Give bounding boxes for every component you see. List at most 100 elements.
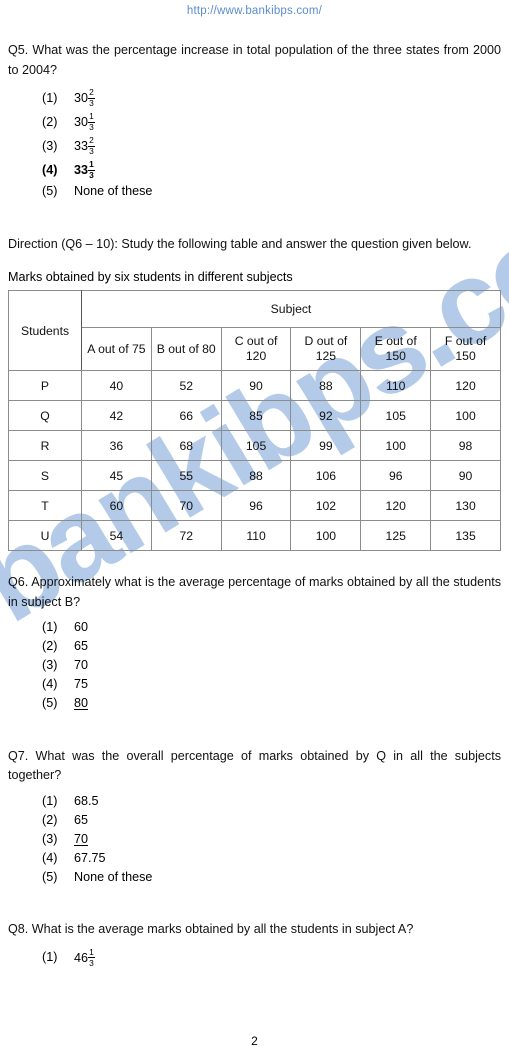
- table-cell: 40: [81, 370, 152, 402]
- option-q7-4[interactable]: (4) 67.75: [42, 849, 501, 868]
- document-page: bankibps.com http://www.bankibps.com/ Q5…: [0, 0, 509, 1056]
- table-cell: 98: [430, 430, 501, 462]
- fraction-denominator: 3: [89, 98, 94, 109]
- question-q5-text: Q5. What was the percentage increase in …: [8, 43, 501, 77]
- option-label: (4): [42, 162, 58, 177]
- table-row: Q 42 66 85 92 105 100: [8, 400, 501, 432]
- fraction-denominator: 3: [89, 170, 94, 181]
- table-cell: 100: [290, 520, 362, 552]
- table-cell: 66: [150, 400, 222, 432]
- fraction-denominator: 3: [89, 122, 94, 133]
- option-q8-1[interactable]: (1) 46 1 3: [42, 946, 501, 970]
- option-q5-1[interactable]: (1) 30 2 3: [42, 86, 501, 110]
- question-q8-text: Q8. What is the average marks obtained b…: [8, 922, 414, 937]
- page-content: http://www.bankibps.com/ Q5. What was th…: [8, 0, 501, 970]
- table-row-label: Q: [8, 400, 82, 432]
- option-value: 33 1 3: [68, 160, 96, 181]
- mixed-whole: 33: [74, 138, 89, 153]
- table-row-label: T: [8, 490, 82, 522]
- option-label: (3): [42, 138, 58, 153]
- table-cell: 105: [220, 430, 292, 462]
- option-value-selected: 70: [74, 831, 89, 846]
- table-row-label: S: [8, 460, 82, 492]
- option-q5-5[interactable]: (5) None of these: [42, 182, 501, 201]
- table-cell: 52: [150, 370, 222, 402]
- option-value: None of these: [74, 869, 153, 884]
- mixed-whole: 46: [74, 950, 89, 965]
- table-cell: 45: [81, 460, 152, 492]
- table-cell: 96: [220, 490, 292, 522]
- table-row-label: P: [8, 370, 82, 402]
- option-q5-3[interactable]: (3) 33 2 3: [42, 134, 501, 158]
- option-q6-1[interactable]: (1) 60: [42, 618, 501, 637]
- option-q7-2[interactable]: (2) 65: [42, 811, 501, 830]
- table-cell: 96: [360, 460, 432, 492]
- option-q6-4[interactable]: (4) 75: [42, 675, 501, 694]
- option-label: (5): [42, 869, 58, 884]
- option-q5-4[interactable]: (4) 33 1 3: [42, 158, 501, 182]
- table-row: S 45 55 88 106 96 90: [8, 460, 501, 492]
- option-value: None of these: [74, 184, 153, 199]
- option-q6-3[interactable]: (3) 70: [42, 656, 501, 675]
- site-url-header[interactable]: http://www.bankibps.com/: [8, 0, 501, 17]
- option-q6-2[interactable]: (2) 65: [42, 637, 501, 656]
- option-label: (3): [42, 831, 58, 846]
- table-row: R 36 68 105 99 100 98: [8, 430, 501, 462]
- fraction-denominator: 3: [89, 957, 94, 968]
- table-caption: Marks obtained by six students in differ…: [8, 270, 293, 285]
- mixed-whole: 33: [74, 162, 89, 177]
- option-q5-2[interactable]: (2) 30 1 3: [42, 110, 501, 134]
- option-q6-5[interactable]: (5) 80: [42, 694, 501, 713]
- option-value: 60: [74, 620, 89, 635]
- question-q6-options: (1) 60 (2) 65 (3) 70 (4) 75 (5) 80: [42, 618, 501, 712]
- option-q7-1[interactable]: (1) 68.5: [42, 792, 501, 811]
- table-row: P 40 52 90 88 110 120: [8, 370, 501, 402]
- table-cell: 54: [81, 520, 152, 552]
- table-header-row-group: Students Subject: [8, 290, 501, 372]
- table-cell: 102: [290, 490, 362, 522]
- table-cell: 85: [220, 400, 292, 432]
- question-q8: Q8. What is the average marks obtained b…: [8, 920, 501, 970]
- option-value: 68.5: [74, 793, 99, 808]
- table-cell: 120: [430, 370, 501, 402]
- question-q7-text: Q7. What was the overall percentage of m…: [8, 748, 501, 783]
- table-header-subject-e: E out of 150: [360, 327, 432, 372]
- table-cell: 110: [220, 520, 292, 552]
- option-value: 30 2 3: [68, 88, 96, 109]
- option-q7-5[interactable]: (5) None of these: [42, 868, 501, 887]
- table-header-subject-c: C out of 120: [220, 327, 292, 372]
- table-cell: 120: [360, 490, 432, 522]
- option-label: (1): [42, 793, 58, 808]
- table-row-label: U: [8, 520, 82, 552]
- fraction-denominator: 3: [89, 146, 94, 157]
- fraction-numerator: 1: [89, 947, 94, 958]
- table-cell: 68: [150, 430, 222, 462]
- fraction: 1 3: [88, 947, 96, 968]
- option-value: 67.75: [74, 850, 106, 865]
- question-q7-options: (1) 68.5 (2) 65 (3) 70 (4) 67.75 (5) Non…: [42, 792, 501, 886]
- table-header-students: Students: [8, 290, 82, 372]
- table-cell: 90: [430, 460, 501, 492]
- table-header-subject: Subject: [81, 290, 501, 329]
- option-value: 65: [74, 639, 89, 654]
- table-row: T 60 70 96 102 120 130: [8, 490, 501, 522]
- option-value-selected: 80: [74, 696, 89, 711]
- option-label: (5): [42, 184, 58, 199]
- option-label: (1): [42, 950, 58, 965]
- table-cell: 55: [150, 460, 222, 492]
- option-label: (3): [42, 658, 58, 673]
- table-header-subject-b: B out of 80: [150, 327, 222, 372]
- table-cell: 60: [81, 490, 152, 522]
- option-q7-3[interactable]: (3) 70: [42, 830, 501, 849]
- table-cell: 36: [81, 430, 152, 462]
- table-cell: 110: [360, 370, 432, 402]
- table-cell: 99: [290, 430, 362, 462]
- fraction: 2 3: [88, 88, 96, 109]
- page-number: 2: [251, 1034, 258, 1048]
- table-header-row-columns: A out of 75 B out of 80 C out of 120 D o…: [9, 327, 501, 372]
- option-label: (1): [42, 90, 58, 105]
- table-cell: 100: [360, 430, 432, 462]
- table-cell: 100: [430, 400, 501, 432]
